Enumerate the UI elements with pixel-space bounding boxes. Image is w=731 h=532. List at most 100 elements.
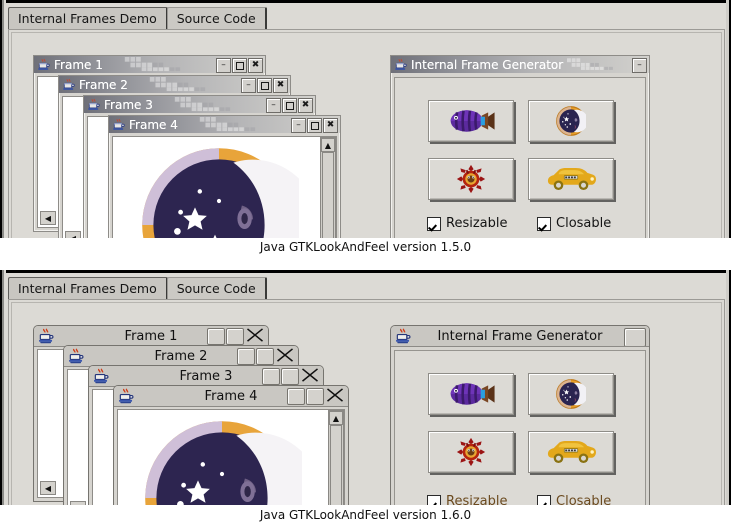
- scrollbar-thumb[interactable]: [322, 152, 334, 238]
- maximize-button[interactable]: [306, 388, 324, 405]
- tab-label: Source Code: [176, 10, 256, 26]
- cab-image-button[interactable]: [528, 431, 614, 473]
- bug-icon: [456, 437, 486, 467]
- scrollbar-thumb[interactable]: [330, 425, 342, 505]
- frame-titlebar[interactable]: Frame 3: [89, 366, 323, 387]
- cab-image-button[interactable]: [528, 158, 614, 200]
- close-button[interactable]: [275, 348, 295, 363]
- frame-titlebar[interactable]: Frame 1 – ✖: [34, 56, 265, 73]
- scroll-left-arrow[interactable]: ◀: [40, 211, 56, 225]
- maximize-button[interactable]: [232, 58, 247, 73]
- close-button[interactable]: ✖: [273, 78, 288, 93]
- scroll-up-arrow[interactable]: ▲: [329, 411, 343, 425]
- fish-image-button[interactable]: [428, 100, 514, 142]
- closable-checkbox[interactable]: Closable: [537, 494, 611, 505]
- moon-picture: [139, 145, 299, 238]
- panel-left-border: [0, 270, 6, 505]
- close-button[interactable]: [245, 328, 265, 343]
- java-cup-icon: [38, 328, 55, 345]
- window-controls: [207, 328, 265, 345]
- frame-titlebar[interactable]: Frame 1: [34, 326, 268, 347]
- tab-internal-frames-demo[interactable]: Internal Frames Demo: [8, 277, 168, 300]
- cab-icon: [546, 165, 596, 193]
- checkbox-label: Resizable: [446, 494, 508, 505]
- resizable-checkbox[interactable]: Resizable: [427, 216, 507, 231]
- generator-titlebar[interactable]: Internal Frame Generator: [391, 326, 649, 347]
- vertical-scrollbar[interactable]: ▲: [328, 410, 344, 505]
- minimize-button[interactable]: [287, 388, 305, 405]
- java-cup-icon: [87, 98, 101, 112]
- maximize-button[interactable]: [281, 368, 299, 385]
- frame-title: Frame 1: [54, 57, 103, 72]
- frame-title: Frame 3: [179, 368, 233, 384]
- close-button[interactable]: ✖: [298, 98, 313, 113]
- bug-image-button[interactable]: [428, 431, 514, 473]
- closable-checkbox[interactable]: Closable: [537, 216, 611, 231]
- moon-image-button[interactable]: [528, 100, 614, 142]
- maximize-button[interactable]: [282, 98, 297, 113]
- minimize-button[interactable]: –: [291, 118, 306, 133]
- bug-image-button[interactable]: [428, 158, 514, 200]
- fish-icon: [444, 379, 498, 409]
- maximize-button[interactable]: [226, 328, 244, 345]
- bug-icon: [456, 164, 486, 194]
- tab-source-code[interactable]: Source Code: [166, 277, 267, 300]
- tab-label: Source Code: [176, 280, 256, 296]
- gtk16-demo-panel: Internal Frames Demo Source Code Frame 1: [0, 270, 731, 505]
- scroll-left-arrow[interactable]: ◀: [70, 501, 86, 505]
- minimize-button[interactable]: [624, 328, 646, 346]
- tab-internal-frames-demo[interactable]: Internal Frames Demo: [8, 7, 168, 30]
- maximize-button[interactable]: [257, 78, 272, 93]
- close-button[interactable]: [300, 368, 320, 383]
- panel-left-border: [0, 0, 6, 238]
- minimize-button[interactable]: –: [632, 58, 647, 73]
- tab-label: Internal Frames Demo: [18, 280, 157, 296]
- internal-frame-generator-window[interactable]: Internal Frame Generator – Resizable Clo…: [390, 55, 650, 238]
- frame-titlebar[interactable]: Frame 2 – ✖: [59, 76, 290, 93]
- maximize-button[interactable]: [256, 348, 274, 365]
- tabstrip: Internal Frames Demo Source Code: [8, 6, 267, 30]
- moon-image-button[interactable]: [528, 373, 614, 415]
- frame-content: [112, 136, 337, 238]
- tab-source-code[interactable]: Source Code: [166, 7, 267, 30]
- window-controls: [287, 388, 345, 405]
- titlebar-stair-decoration: [122, 57, 212, 72]
- internal-frame-4[interactable]: Frame 4 – ✖ ▲: [108, 115, 341, 238]
- minimize-button[interactable]: –: [266, 98, 281, 113]
- resizable-checkbox[interactable]: Resizable: [427, 494, 507, 505]
- close-button[interactable]: [325, 388, 345, 403]
- checkbox-box[interactable]: [537, 494, 551, 505]
- caption-gtk16: Java GTKLookAndFeel version 1.6.0: [259, 508, 472, 522]
- panel-top-border: [0, 270, 731, 273]
- internal-frame-generator-window[interactable]: Internal Frame Generator Resizable Closa…: [390, 325, 650, 505]
- window-controls: [262, 368, 320, 385]
- frame-titlebar[interactable]: Frame 4 – ✖: [109, 116, 340, 133]
- frame-titlebar[interactable]: Frame 3 – ✖: [84, 96, 315, 113]
- titlebar-stair-decoration: [172, 97, 262, 112]
- generator-titlebar[interactable]: Internal Frame Generator –: [391, 56, 649, 73]
- frame-titlebar[interactable]: Frame 2: [64, 346, 298, 367]
- java-cup-icon: [394, 58, 408, 72]
- vertical-scrollbar[interactable]: ▲: [320, 137, 336, 238]
- cab-icon: [546, 438, 596, 466]
- fish-image-button[interactable]: [428, 373, 514, 415]
- checkbox-box[interactable]: [537, 216, 551, 231]
- close-button[interactable]: ✖: [248, 58, 263, 73]
- internal-frame-4[interactable]: Frame 4 ▲: [113, 385, 349, 505]
- checkbox-box[interactable]: [427, 494, 441, 505]
- minimize-button[interactable]: –: [241, 78, 256, 93]
- checkbox-label: Resizable: [446, 216, 508, 231]
- minimize-button[interactable]: –: [216, 58, 231, 73]
- scroll-up-arrow[interactable]: ▲: [321, 138, 335, 152]
- minimize-button[interactable]: [262, 368, 280, 385]
- scroll-left-arrow[interactable]: ◀: [65, 231, 81, 238]
- minimize-button[interactable]: [207, 328, 225, 345]
- checkbox-box[interactable]: [427, 216, 441, 231]
- scroll-left-arrow[interactable]: ◀: [40, 481, 56, 495]
- frame-titlebar[interactable]: Frame 4: [114, 386, 348, 407]
- window-controls: – ✖: [266, 98, 313, 113]
- maximize-button[interactable]: [307, 118, 322, 133]
- close-button[interactable]: ✖: [323, 118, 338, 133]
- minimize-button[interactable]: [237, 348, 255, 365]
- window-controls: [624, 328, 646, 346]
